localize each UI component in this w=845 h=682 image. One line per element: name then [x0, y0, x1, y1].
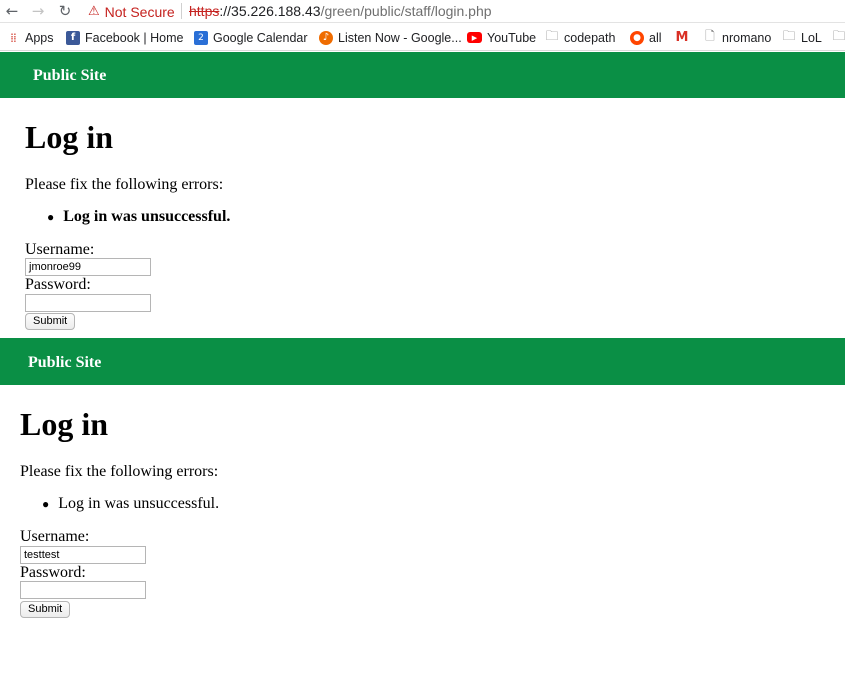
address-bar: ← → ↻ ⚠ Not Secure https://35.226.188.43… [0, 0, 845, 23]
bookmark-label: nromano [722, 30, 772, 45]
username-input[interactable]: jmonroe99 [25, 258, 151, 276]
error-message: Log in was unsuccessful. [63, 208, 231, 225]
bookmark-overflow[interactable]: 🗀 [832, 29, 845, 46]
public-site-link[interactable]: Public Site [28, 354, 101, 372]
bookmark-reddit-all[interactable]: ● all [630, 29, 662, 46]
forward-arrow-icon[interactable]: → [29, 2, 47, 20]
password-label: Password: [20, 564, 86, 581]
security-warning[interactable]: ⚠ Not Secure [88, 3, 175, 20]
error-intro: Please fix the following errors: [25, 176, 224, 193]
warning-triangle-icon: ⚠ [88, 4, 100, 19]
password-input[interactable] [20, 581, 146, 599]
bookmark-codepath[interactable]: 🗀 codepath [545, 29, 615, 46]
bookmark-youtube[interactable]: ▶ YouTube [467, 29, 536, 46]
bookmark-label: YouTube [487, 30, 537, 45]
site-header: Public Site [0, 338, 845, 385]
bullet-icon: ● [47, 209, 55, 224]
password-input[interactable] [25, 294, 151, 312]
bookmark-label: codepath [564, 30, 616, 45]
error-list-item: ● Log in was unsuccessful. [47, 208, 230, 226]
bookmark-label: all [649, 30, 662, 45]
security-warning-label: Not Secure [104, 3, 175, 20]
error-list-item: ● Log in was unsuccessful. [42, 495, 219, 513]
facebook-icon: f [66, 30, 80, 45]
page-icon: 🗋 [705, 29, 715, 43]
bookmark-facebook[interactable]: f Facebook | Home [66, 29, 183, 46]
reload-icon[interactable]: ↻ [56, 2, 74, 20]
page-title: Log in [25, 119, 114, 155]
url-path: /green/public/staff/login.php [320, 3, 492, 19]
reddit-icon: ● [630, 30, 644, 45]
folder-icon: 🗀 [832, 28, 845, 44]
password-label: Password: [25, 276, 91, 293]
back-arrow-icon[interactable]: ← [3, 2, 21, 20]
bullet-icon: ● [42, 496, 50, 511]
error-intro: Please fix the following errors: [20, 463, 219, 480]
bookmark-label: Listen Now - Google... [338, 30, 462, 45]
submit-button[interactable]: Submit [25, 313, 76, 330]
username-label: Username: [20, 528, 90, 545]
bookmark-lol[interactable]: 🗀 LoL [782, 28, 822, 46]
address-separator [181, 3, 182, 19]
bookmarks-bar: ⁞⁞ Apps f Facebook | Home 2 Google Calen… [0, 24, 845, 51]
username-label: Username: [25, 241, 95, 258]
bookmark-label: Google Calendar [213, 30, 308, 45]
folder-icon: 🗀 [545, 28, 559, 44]
url-field[interactable]: https://35.226.188.43/green/public/staff… [189, 3, 492, 19]
submit-button[interactable]: Submit [20, 601, 71, 618]
bookmark-gmail[interactable]: M [675, 29, 694, 46]
url-scheme: https [189, 3, 220, 19]
bookmark-label: Apps [25, 30, 54, 45]
bookmark-label: LoL [801, 30, 822, 45]
folder-icon: 🗀 [782, 28, 796, 44]
gmail-icon: M [675, 30, 689, 45]
bookmark-google-play-music[interactable]: ♪ Listen Now - Google... [319, 29, 462, 46]
bookmark-label: Facebook | Home [85, 30, 184, 45]
url-host: ://35.226.188.43 [219, 3, 321, 19]
error-message: Log in was unsuccessful. [58, 495, 220, 512]
public-site-link[interactable]: Public Site [33, 67, 106, 85]
site-header: Public Site [0, 52, 845, 98]
bookmark-google-calendar[interactable]: 2 Google Calendar [194, 29, 308, 46]
bookmark-nromano[interactable]: 🗋 nromano [703, 29, 771, 46]
username-input[interactable]: testtest [20, 546, 146, 564]
youtube-icon: ▶ [467, 32, 482, 43]
apps-grid-icon: ⁞⁞ [10, 30, 17, 45]
bookmark-apps[interactable]: ⁞⁞ Apps [6, 29, 54, 46]
calendar-icon: 2 [194, 30, 208, 45]
page-title: Log in [20, 406, 109, 442]
google-play-music-icon: ♪ [319, 30, 333, 45]
